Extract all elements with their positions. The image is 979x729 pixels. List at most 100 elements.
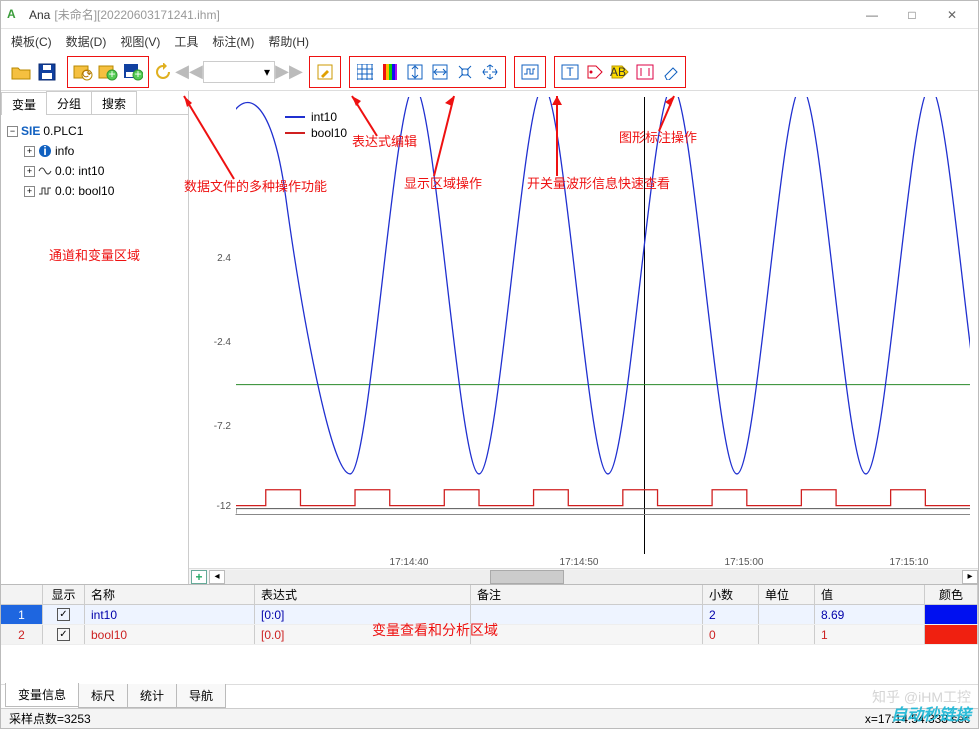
grid-header: 显示 名称 表达式 备注 小数 单位 值 颜色	[1, 585, 978, 605]
col-unit[interactable]: 单位	[759, 585, 815, 604]
tree-node-info[interactable]: + i info	[7, 141, 182, 161]
tab-stats[interactable]: 统计	[127, 684, 177, 708]
tree-root[interactable]: − SIE 0.PLC1	[7, 121, 182, 141]
open-button[interactable]	[9, 59, 33, 85]
fileop-3-button[interactable]: +	[121, 59, 145, 85]
cell-color[interactable]	[925, 625, 978, 644]
minimize-button[interactable]: —	[852, 1, 892, 29]
col-value[interactable]: 值	[815, 585, 925, 604]
cell-index: 2	[1, 625, 43, 644]
next-button[interactable]: ▶▶	[277, 59, 301, 85]
edit-expr-button[interactable]	[313, 59, 337, 85]
col-show[interactable]: 显示	[43, 585, 85, 604]
fileop-2-button[interactable]: +	[96, 59, 120, 85]
checkbox-icon[interactable]: ✓	[57, 608, 70, 621]
y-tick: -7.2	[209, 421, 231, 432]
menu-mark[interactable]: 标注(M)	[212, 33, 254, 50]
col-note[interactable]: 备注	[471, 585, 703, 604]
cell-note[interactable]	[471, 625, 703, 644]
scroll-track[interactable]	[225, 570, 962, 584]
app-logo-icon: A	[7, 7, 23, 23]
maximize-button[interactable]: □	[892, 1, 932, 29]
x-tick: 17:14:50	[560, 557, 599, 568]
analog-icon	[38, 164, 52, 178]
tree-node-bool10[interactable]: + 0.0: bool10	[7, 181, 182, 201]
fileop-1-button[interactable]: ⟳	[71, 59, 95, 85]
col-name[interactable]: 名称	[85, 585, 255, 604]
marker-text-button[interactable]: T	[558, 59, 582, 85]
cell-dec[interactable]: 0	[703, 625, 759, 644]
col-decimals[interactable]: 小数	[703, 585, 759, 604]
cell-show[interactable]: ✓	[43, 625, 85, 644]
collapse-icon[interactable]: −	[7, 126, 18, 137]
scroll-thumb[interactable]	[490, 570, 564, 584]
marker-region-button[interactable]	[633, 59, 657, 85]
fit-horiz-button[interactable]	[428, 59, 452, 85]
app-title: Ana	[29, 8, 50, 22]
left-tabs: 变量 分组 搜索	[1, 91, 188, 115]
variable-tree[interactable]: − SIE 0.PLC1 + i info + 0.0: int10	[1, 115, 188, 584]
chart-area[interactable]: int10 bool10 2.4 -2.4 -7.2 -12 17:14:40 …	[189, 91, 978, 584]
save-button[interactable]	[35, 59, 59, 85]
scroll-left-button[interactable]: ◂	[209, 570, 225, 584]
cell-name[interactable]: bool10	[85, 625, 255, 644]
annotation-digital: 开关量波形信息快速查看	[537, 91, 577, 181]
zoom-out-button[interactable]	[478, 59, 502, 85]
marker-tag-button[interactable]	[583, 59, 607, 85]
col-color[interactable]: 颜色	[925, 585, 978, 604]
close-button[interactable]: ✕	[932, 1, 972, 29]
status-sample-count: 采样点数=3253	[9, 710, 91, 727]
cell-unit[interactable]	[759, 625, 815, 644]
display-group	[349, 56, 506, 88]
tab-varinfo[interactable]: 变量信息	[5, 683, 79, 707]
series-bool10	[236, 490, 970, 506]
tab-ruler[interactable]: 标尺	[78, 684, 128, 708]
palette-button[interactable]	[378, 59, 402, 85]
status-bar: 采样点数=3253 x=17:14:54.333 sec	[1, 708, 978, 728]
cell-color[interactable]	[925, 605, 978, 624]
expand-icon[interactable]: +	[24, 166, 35, 177]
cell-unit[interactable]	[759, 605, 815, 624]
main-area: 变量 分组 搜索 − SIE 0.PLC1 + i info +	[1, 91, 978, 584]
cell-show[interactable]: ✓	[43, 605, 85, 624]
tab-groups[interactable]: 分组	[46, 91, 92, 114]
expand-icon[interactable]: +	[24, 186, 35, 197]
info-icon: i	[38, 144, 52, 158]
digital-view-button[interactable]	[518, 59, 542, 85]
refresh-button[interactable]	[151, 59, 175, 85]
fit-vert-button[interactable]	[403, 59, 427, 85]
menu-help[interactable]: 帮助(H)	[268, 33, 309, 50]
cell-dec[interactable]: 2	[703, 605, 759, 624]
prev-button[interactable]: ◀◀	[177, 59, 201, 85]
position-select[interactable]: ▾	[203, 61, 275, 83]
horizontal-scrollbar[interactable]: + ◂ ▸	[189, 568, 978, 584]
tree-node-int10[interactable]: + 0.0: int10	[7, 161, 182, 181]
x-tick: 17:15:10	[890, 557, 929, 568]
menu-data[interactable]: 数据(D)	[66, 33, 107, 50]
y-tick: 2.4	[209, 253, 231, 264]
cell-name[interactable]: int10	[85, 605, 255, 624]
tab-search[interactable]: 搜索	[91, 91, 137, 114]
checkbox-icon[interactable]: ✓	[57, 628, 70, 641]
marker-ab-button[interactable]: AB	[608, 59, 632, 85]
menu-template[interactable]: 模板(C)	[11, 33, 52, 50]
scroll-right-button[interactable]: ▸	[962, 570, 978, 584]
menu-tools[interactable]: 工具	[174, 33, 198, 50]
svg-text:T: T	[566, 65, 574, 79]
cell-note[interactable]	[471, 605, 703, 624]
grid-annotation: 变量查看和分析区域	[372, 620, 498, 640]
add-pane-button[interactable]: +	[191, 570, 207, 584]
col-index[interactable]	[1, 585, 43, 604]
tab-nav[interactable]: 导航	[176, 684, 226, 708]
tab-variables[interactable]: 变量	[1, 92, 47, 115]
eraser-button[interactable]	[658, 59, 682, 85]
menu-view[interactable]: 视图(V)	[120, 33, 160, 50]
zoom-region-button[interactable]	[453, 59, 477, 85]
grid-button[interactable]	[353, 59, 377, 85]
svg-text:i: i	[43, 144, 46, 158]
menu-bar: 模板(C) 数据(D) 视图(V) 工具 标注(M) 帮助(H)	[1, 29, 978, 53]
y-tick: -2.4	[209, 337, 231, 348]
expand-icon[interactable]: +	[24, 146, 35, 157]
bottom-panel: 显示 名称 表达式 备注 小数 单位 值 颜色 1 ✓ int10 [0:0] …	[1, 584, 978, 708]
col-expr[interactable]: 表达式	[255, 585, 471, 604]
